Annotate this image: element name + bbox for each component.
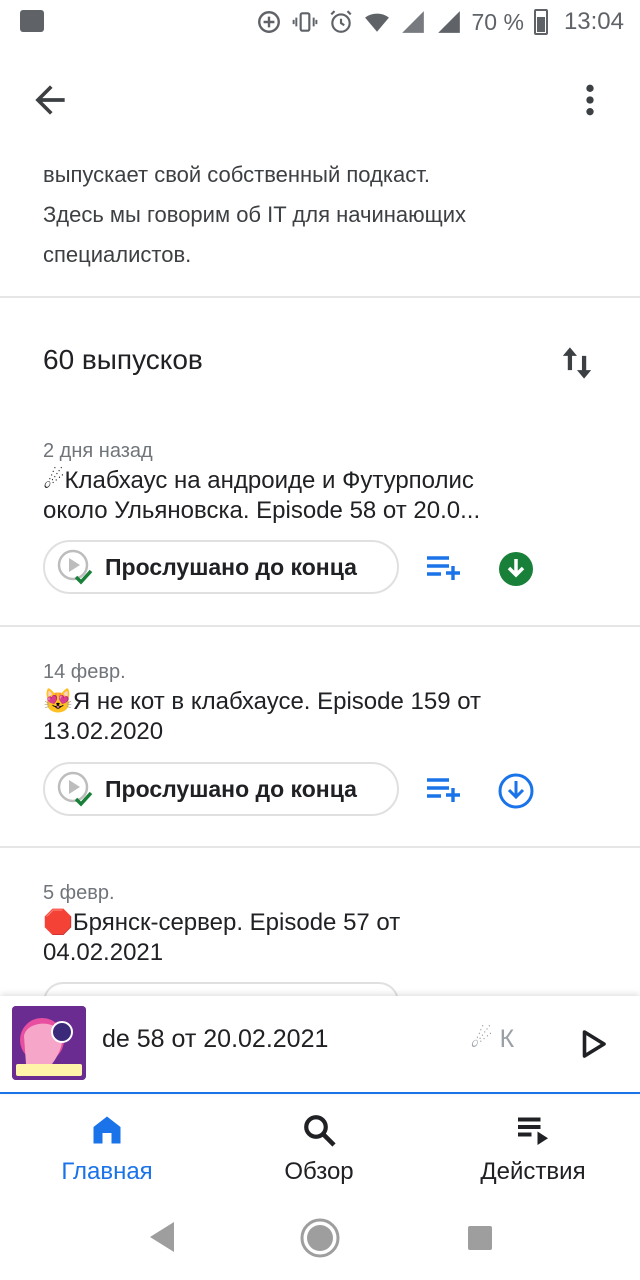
episode-emoji: 😻 <box>43 688 73 715</box>
sort-icon[interactable] <box>560 342 594 384</box>
play-icon[interactable] <box>574 1026 610 1062</box>
now-playing-text: de 58 от 20.02.2021 <box>102 1025 329 1053</box>
add-to-queue-icon[interactable] <box>425 774 465 806</box>
episode-title[interactable]: 😻Я не кот в клабхаусе. Episode 159 от 13… <box>43 687 613 747</box>
episode-title[interactable]: 🛑Брянск-сервер. Episode 57 от 04.02.2021 <box>43 908 613 968</box>
downloaded-icon[interactable] <box>496 549 536 589</box>
episode-title-line2: около Ульяновска. Episode 58 от 20.0... <box>43 497 481 524</box>
episode-item[interactable]: 2 дня назад ☄Клабхаус на андроиде и Футу… <box>43 438 613 526</box>
nav-explore[interactable]: Обзор <box>224 1106 414 1196</box>
played-status-button[interactable]: Прослушано до конца <box>43 762 399 816</box>
status-icons: 70 % 13:04 <box>256 6 624 38</box>
nav-activity[interactable]: Действия <box>438 1106 628 1196</box>
nav-home[interactable]: Главная <box>12 1106 202 1196</box>
episode-title-line2: 04.02.2021 <box>43 939 164 966</box>
description-line: специалистов. <box>43 242 192 267</box>
podcast-description: выпускает свой собственный подкаст. Здес… <box>43 155 603 275</box>
activity-icon <box>518 1117 548 1145</box>
now-playing-tail: ☄ К <box>470 1025 515 1053</box>
alarm-icon <box>329 10 352 33</box>
download-icon[interactable] <box>496 771 536 811</box>
episode-title[interactable]: ☄Клабхаус на андроиде и Футурполис около… <box>43 466 613 526</box>
add-to-queue-icon[interactable] <box>425 552 465 584</box>
mini-player[interactable]: de 58 от 20.02.2021 ☄ К <box>0 996 640 1094</box>
episode-date: 14 февр. <box>43 661 126 683</box>
description-line: выпускает свой собственный подкаст. <box>43 162 430 187</box>
system-back-icon[interactable] <box>148 1220 176 1254</box>
episode-title-line1: Я не кот в клабхаусе. Episode 159 от <box>72 688 482 715</box>
signal-icon-1 <box>401 11 424 33</box>
signal-icon-2 <box>437 11 460 33</box>
episode-count: 60 выпусков <box>43 344 203 375</box>
played-check-icon <box>57 771 93 807</box>
podcast-artwork[interactable] <box>12 1006 86 1080</box>
description-line: Здесь мы говорим об IT для начинающих <box>43 202 467 227</box>
battery-icon <box>533 9 548 35</box>
episode-title-line1: Клабхаус на андроиде и Футурполис <box>64 467 474 494</box>
vibrate-icon <box>292 12 317 32</box>
played-status-button[interactable]: Прослушано до конца <box>43 540 399 594</box>
data-saver-icon <box>257 11 280 33</box>
played-check-icon <box>57 549 93 585</box>
episode-actions: Прослушано до конца <box>43 762 613 822</box>
episode-item[interactable]: 5 февр. 🛑Брянск-сервер. Episode 57 от 04… <box>43 880 613 968</box>
status-bar: 70 % 13:04 <box>0 0 640 44</box>
episode-emoji: 🛑 <box>43 909 73 936</box>
divider <box>0 296 640 298</box>
search-icon <box>304 1115 336 1147</box>
played-label: Прослушано до конца <box>105 553 357 580</box>
played-label: Прослушано до конца <box>105 775 357 802</box>
system-home-icon[interactable] <box>299 1217 341 1259</box>
nav-activity-label: Действия <box>480 1158 586 1185</box>
divider <box>0 625 640 627</box>
podcast-artwork-image <box>12 1006 86 1080</box>
nav-home-label: Главная <box>61 1158 153 1185</box>
nav-explore-label: Обзор <box>284 1158 354 1185</box>
clock: 13:04 <box>563 8 624 35</box>
episode-date: 5 февр. <box>43 882 115 904</box>
system-recents-icon[interactable] <box>468 1226 492 1250</box>
episode-actions: Прослушано до конца <box>43 540 613 600</box>
episode-title-line2: 13.02.2020 <box>43 718 164 745</box>
battery-percent: 70 % <box>471 8 524 35</box>
now-playing-title: de 58 от 20.02.2021 ☄ К <box>102 1024 542 1064</box>
more-vert-icon[interactable] <box>570 78 610 122</box>
wifi-icon <box>364 13 389 32</box>
episode-date: 2 дня назад <box>43 440 153 462</box>
divider <box>0 846 640 848</box>
home-icon <box>93 1116 121 1144</box>
gallery-notification-icon <box>20 10 44 32</box>
arrow-back-icon[interactable] <box>28 78 72 122</box>
episode-title-line1: Брянск-сервер. Episode 57 от <box>72 909 401 936</box>
episode-item[interactable]: 14 февр. 😻Я не кот в клабхаусе. Episode … <box>43 659 613 747</box>
episode-emoji: ☄ <box>43 467 65 494</box>
